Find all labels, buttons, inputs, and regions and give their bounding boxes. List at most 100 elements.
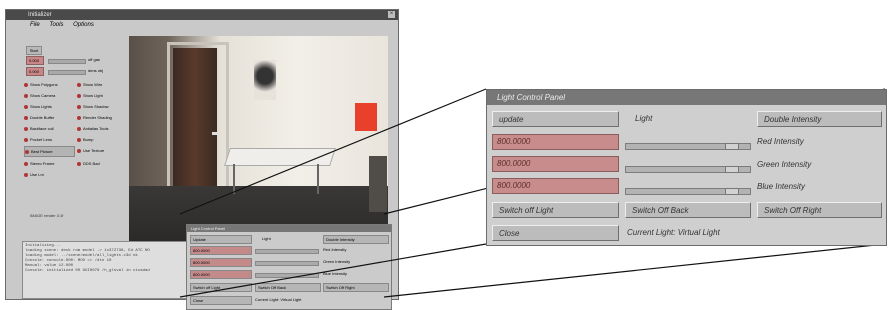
param-field-1[interactable]: 0.000 xyxy=(26,56,44,65)
param-field-2[interactable]: 0.000 xyxy=(26,67,44,76)
radio-dot-icon xyxy=(24,172,28,177)
radio-dot-icon xyxy=(24,126,28,131)
option-label: Backface cull xyxy=(30,126,54,131)
mini-green-field[interactable]: 800.0000 xyxy=(190,258,252,267)
option-checkbox-grid: Show Polygons Show Wire Show Camera Show Li… xyxy=(24,80,128,179)
switch-off-light-button[interactable]: Switch off Light xyxy=(492,202,619,218)
param-slider-label-2: dens obj xyxy=(88,68,104,73)
main-window: Initializer × File Tools Options Start 0… xyxy=(5,9,399,310)
radio-dot-icon xyxy=(77,115,81,120)
red-intensity-slider[interactable] xyxy=(625,143,751,150)
option-label: Use Lm xyxy=(30,172,44,177)
table-leg xyxy=(233,164,235,194)
option-checkbox[interactable]: DDS Bad xyxy=(77,159,128,168)
option-label: Best Picture xyxy=(31,149,53,154)
option-checkbox[interactable]: Use Lm xyxy=(24,170,75,179)
switch-off-right-button[interactable]: Switch Off Right xyxy=(757,202,882,218)
radio-dot-icon xyxy=(77,93,81,98)
mini-update-button[interactable]: Update xyxy=(190,235,252,244)
mini-blue-label: Blue Intensity xyxy=(323,271,348,276)
radio-dot-icon xyxy=(24,93,28,98)
mini-light-label: Light xyxy=(262,236,271,241)
option-label: Show Light xyxy=(83,93,103,98)
blue-intensity-field[interactable]: 800.0000 xyxy=(492,178,619,194)
window-title-bar: Initializer × xyxy=(6,10,398,20)
close-icon[interactable]: × xyxy=(388,11,395,18)
panel-title: Light Control Panel xyxy=(487,90,886,105)
radio-dot-icon xyxy=(25,149,29,154)
current-light-text: Current Light: Virtual Light xyxy=(627,228,720,237)
mini-blue-slider[interactable] xyxy=(255,273,319,278)
option-label: Pocket Lens xyxy=(30,137,53,142)
green-intensity-field[interactable]: 800.0000 xyxy=(492,156,619,172)
radio-dot-icon xyxy=(77,82,81,87)
light-control-panel: Light Control Panel update Light Double … xyxy=(486,89,887,246)
mini-blue-field[interactable]: 800.0000 xyxy=(190,270,252,279)
table xyxy=(224,148,336,166)
option-checkbox[interactable]: Render Shading xyxy=(77,113,128,122)
option-checkbox[interactable]: Double Buffer xyxy=(24,113,75,122)
option-checkbox[interactable]: Show Shadow xyxy=(77,102,128,111)
door-handle xyxy=(212,132,218,135)
option-label: Stereo Frame xyxy=(30,161,55,166)
mini-double-intensity-button[interactable]: Double Intensity xyxy=(323,235,389,244)
option-checkbox[interactable]: Show Polygons xyxy=(24,80,75,89)
mini-close-button[interactable]: Close xyxy=(190,296,252,305)
switch-off-back-button[interactable]: Switch Off Back xyxy=(625,202,751,218)
option-checkbox[interactable]: Show Camera xyxy=(24,91,75,100)
menu-tools[interactable]: Tools xyxy=(49,22,63,28)
radio-dot-icon xyxy=(24,82,28,87)
mini-switch-off-light-button[interactable]: Switch off Light xyxy=(190,283,252,292)
door xyxy=(173,48,217,208)
radio-dot-icon xyxy=(77,104,81,109)
red-wall-object xyxy=(355,103,377,131)
option-label: DDS Bad xyxy=(83,161,100,166)
option-checkbox[interactable]: Show Lights xyxy=(24,102,75,111)
update-button[interactable]: update xyxy=(492,111,619,127)
option-checkbox[interactable]: Show Light xyxy=(77,91,128,100)
option-checkbox[interactable]: Stereo Frame xyxy=(24,159,75,168)
option-checkbox[interactable]: Show Wire xyxy=(77,80,128,89)
mini-green-label: Green Intensity xyxy=(323,259,351,264)
chair xyxy=(369,156,387,212)
menu-bar: File Tools Options xyxy=(6,20,398,30)
mini-switch-off-back-button[interactable]: Switch Off Back xyxy=(255,283,321,292)
option-checkbox[interactable]: Backface cull xyxy=(24,124,75,133)
mini-current-light-text: Current Light: Virtual Light xyxy=(255,297,302,302)
slider-thumb[interactable] xyxy=(725,166,739,173)
option-label: Show Wire xyxy=(83,82,103,87)
radio-dot-icon xyxy=(77,126,81,131)
close-button[interactable]: Close xyxy=(492,225,619,241)
option-checkbox[interactable]: Antialias Tools xyxy=(77,124,128,133)
menu-file[interactable]: File xyxy=(30,22,40,28)
option-checkbox[interactable]: Use Texture xyxy=(77,146,128,155)
radio-dot-icon xyxy=(24,161,28,166)
option-checkbox[interactable]: Best Picture xyxy=(24,146,75,157)
start-button[interactable]: Start xyxy=(26,46,42,55)
slider-thumb[interactable] xyxy=(725,188,739,195)
param-slider-2[interactable] xyxy=(48,70,86,75)
radio-dot-icon xyxy=(77,137,81,142)
option-checkbox[interactable]: Pocket Lens xyxy=(24,135,75,144)
menu-options[interactable]: Options xyxy=(73,22,94,28)
mini-red-field[interactable]: 800.0000 xyxy=(190,246,252,255)
double-intensity-button[interactable]: Double Intensity xyxy=(757,111,882,127)
blue-intensity-slider[interactable] xyxy=(625,188,751,195)
callout-line-bottom-right xyxy=(383,243,886,298)
option-label: Antialias Tools xyxy=(83,126,109,131)
rendered-scene-view xyxy=(129,36,388,246)
green-intensity-slider[interactable] xyxy=(625,166,751,173)
option-label: Render Shading xyxy=(83,115,112,120)
console-line: Console: initialized 00 GUI0079 /h_glova… xyxy=(25,269,150,273)
table-leg xyxy=(317,164,319,194)
mini-green-slider[interactable] xyxy=(255,261,319,266)
option-label: Show Polygons xyxy=(30,82,58,87)
red-intensity-field[interactable]: 800.0000 xyxy=(492,134,619,150)
render-options-panel: Start 0.000 off gas 0.000 dens obj Show … xyxy=(24,40,128,210)
param-slider-1[interactable] xyxy=(48,59,86,64)
option-checkbox[interactable]: Bump xyxy=(77,135,128,144)
param-slider-label-1: off gas xyxy=(88,57,100,62)
mini-red-slider[interactable] xyxy=(255,249,319,254)
mini-switch-off-right-button[interactable]: Switch Off Right xyxy=(323,283,389,292)
slider-thumb[interactable] xyxy=(725,143,739,150)
